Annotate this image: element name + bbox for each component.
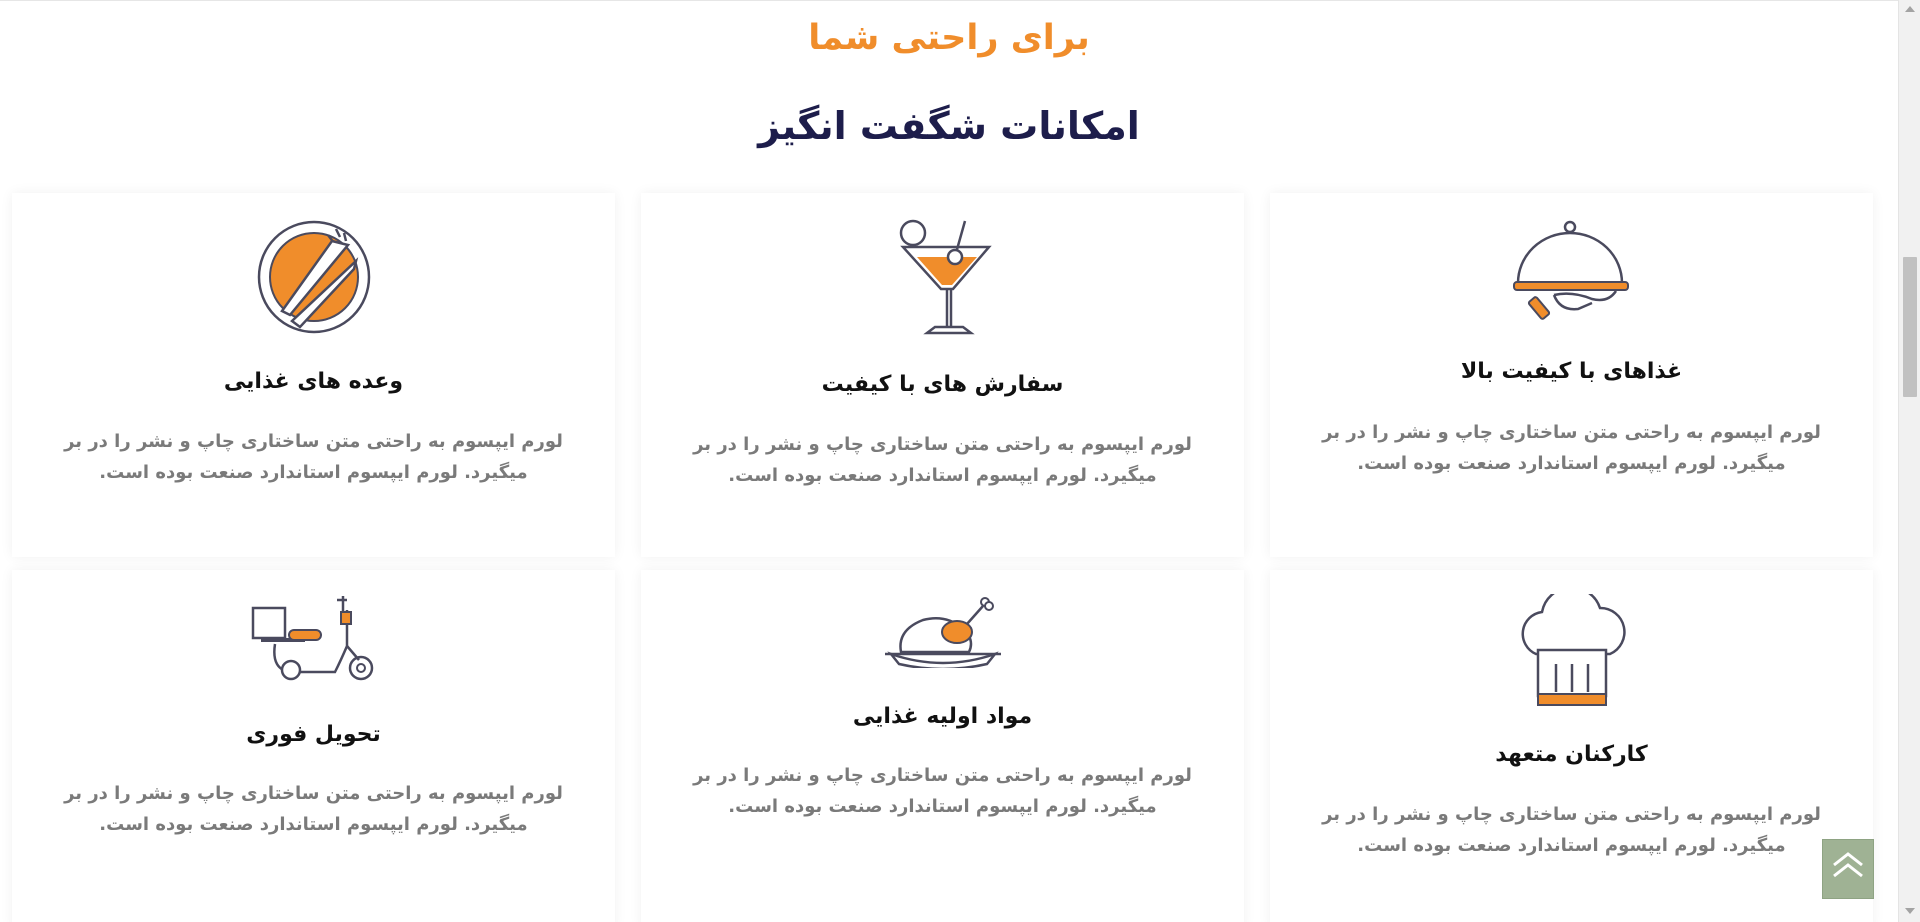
cloche-icon xyxy=(1512,219,1632,325)
cocktail-icon xyxy=(893,219,993,339)
scrollbar-thumb[interactable] xyxy=(1903,257,1917,397)
delivery-scooter-icon xyxy=(251,594,377,684)
feature-card-quality-orders: سفارش های با کیفیت لورم ایپسوم به راحتی … xyxy=(641,193,1244,557)
feature-card-ingredients: مواد اولیه غذایی لورم ایپسوم به راحتی مت… xyxy=(641,570,1244,922)
feature-card-title: کارکنان متعهد xyxy=(1495,742,1648,767)
feature-card-description: لورم ایپسوم به راحتی متن ساختاری چاپ و ن… xyxy=(1322,422,1821,474)
double-chevron-up-icon xyxy=(1833,852,1863,878)
top-divider xyxy=(0,0,1898,1)
feature-card-title: سفارش های با کیفیت xyxy=(821,372,1064,397)
roast-chicken-icon xyxy=(883,594,1003,671)
section-subtitle: برای راحتی شما xyxy=(808,18,1090,58)
feature-card-quality-food: غذاهای با کیفیت بالا لورم ایپسوم به راحت… xyxy=(1270,193,1873,557)
feature-card-description: لورم ایپسوم به راحتی متن ساختاری چاپ و ن… xyxy=(693,765,1192,817)
feature-card-title: مواد اولیه غذایی xyxy=(852,704,1033,729)
feature-card-title: غذاهای با کیفیت بالا xyxy=(1460,359,1683,384)
feature-card-title: تحویل فوری xyxy=(246,722,381,747)
back-to-top-button[interactable] xyxy=(1822,839,1874,899)
feature-card-meals: وعده های غذایی لورم ایپسوم به راحتی متن … xyxy=(12,193,615,557)
feature-card-description: لورم ایپسوم به راحتی متن ساختاری چاپ و ن… xyxy=(1322,804,1821,856)
feature-card-title: وعده های غذایی xyxy=(223,369,404,394)
feature-card-instant-delivery: تحویل فوری لورم ایپسوم به راحتی متن ساخت… xyxy=(12,570,615,922)
feature-card-description: لورم ایپسوم به راحتی متن ساختاری چاپ و ن… xyxy=(693,434,1192,486)
page-scrollbar[interactable] xyxy=(1898,0,1920,922)
section-title: امکانات شگفت انگیز xyxy=(758,104,1140,148)
scroll-down-arrow-icon[interactable] xyxy=(1905,908,1915,914)
feature-card-committed-staff: کارکنان متعهد لورم ایپسوم به راحتی متن س… xyxy=(1270,570,1873,922)
chef-hat-icon xyxy=(1512,586,1632,708)
page: برای راحتی شما امکانات شگفت انگیز غذاهای… xyxy=(0,0,1920,922)
plate-cutlery-icon xyxy=(256,219,372,335)
feature-card-description: لورم ایپسوم به راحتی متن ساختاری چاپ و ن… xyxy=(64,783,563,835)
feature-card-description: لورم ایپسوم به راحتی متن ساختاری چاپ و ن… xyxy=(64,431,563,483)
scroll-up-arrow-icon[interactable] xyxy=(1905,6,1915,12)
